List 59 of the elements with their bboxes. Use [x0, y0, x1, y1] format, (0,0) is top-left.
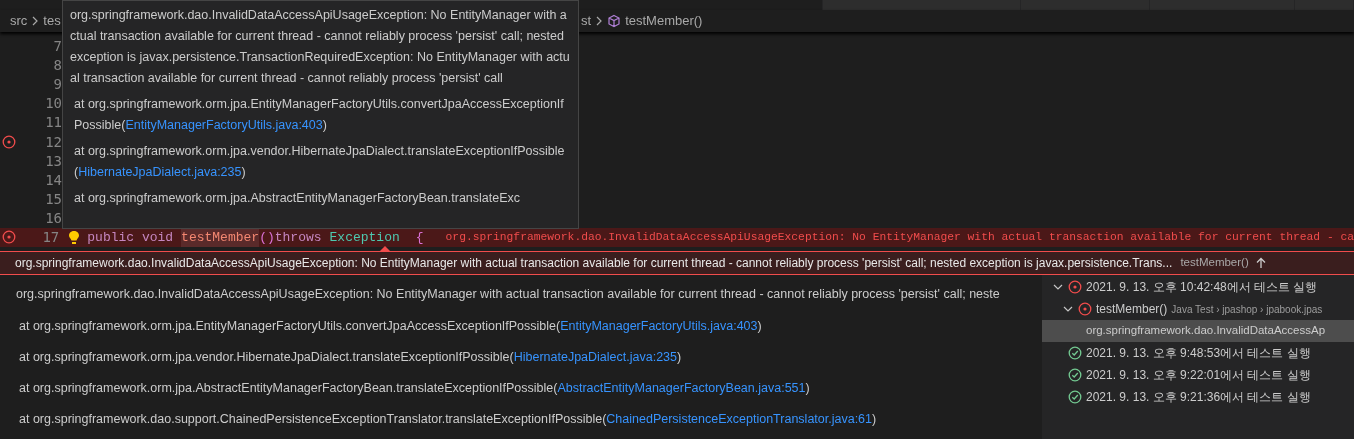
test-run-label: org.springframework.dao.InvalidDataAccessAp	[1086, 323, 1326, 339]
test-run-item[interactable]: 2021. 9. 13. 오후 9:21:36에서 테스트 실행	[1042, 386, 1354, 409]
source-link[interactable]: HibernateJpaDialect.java:235	[513, 350, 677, 365]
peek-test-name: testMember()	[1180, 255, 1249, 271]
test-run-label: testMember()	[1096, 301, 1168, 319]
source-link[interactable]: ChainedPersistenceExceptionTranslator.java:61	[606, 412, 872, 427]
code-token: throws	[274, 228, 322, 247]
source-link[interactable]: AbstractEntityManagerFactoryBean.java:551	[557, 381, 806, 396]
stack-frame: at org.springframework.orm.jpa.EntityManagerFactoryUtils.convertJpaAccessExceptionIfPossible(EntityManagerFactoryUtils.java:403)	[16, 316, 1042, 337]
test-run-label: 2021. 9. 13. 오후 9:48:53에서 테스트 실행	[1086, 345, 1311, 363]
code-token: public void	[87, 228, 174, 247]
stack-frame: at org.springframework.orm.jpa.vendor.HibernateJpaDialect.translateExceptionIfPossible(HibernateJpaDialect.java:235)	[70, 141, 571, 183]
arrow-up-icon[interactable]	[1254, 257, 1267, 270]
breadcrumb-item[interactable]: tes	[43, 11, 61, 31]
source-link[interactable]: HibernateJpaDialect.java:235	[78, 165, 242, 179]
stack-frame: at org.springframework.orm.jpa.AbstractEntityManagerFactoryBean.translateExc	[70, 188, 571, 209]
source-link[interactable]: EntityManagerFactoryUtils.java:403	[125, 118, 323, 132]
inline-error-message: org.springframework.dao.InvalidDataAccessApiUsageException: No EntityManager with actual transaction available for current thread - ca	[445, 230, 1354, 245]
line-number: 13	[44, 151, 62, 171]
code-token: {	[415, 228, 424, 247]
stack-frame: at org.springframework.orm.jpa.vendor.HibernateJpaDialect.translateExceptionIfPossible(HibernateJpaDialect.java:235)	[16, 347, 1042, 368]
code-token: ()	[259, 228, 275, 247]
line-number: 17	[41, 228, 60, 247]
test-run-item[interactable]: 2021. 9. 13. 오후 9:22:01에서 테스트 실행	[1042, 364, 1354, 387]
breadcrumb-item[interactable]: testMember()	[625, 11, 703, 31]
test-run-label: 2021. 9. 13. 오후 9:22:01에서 테스트 실행	[1086, 367, 1311, 385]
check-circle-icon	[1068, 390, 1082, 405]
test-run-item[interactable]: 2021. 9. 13. 오후 10:42:48에서 테스트 실행	[1042, 276, 1354, 299]
test-run-label: 2021. 9. 13. 오후 10:42:48에서 테스트 실행	[1086, 279, 1318, 297]
line-number: 12	[44, 132, 62, 152]
breadcrumb-item[interactable]: st	[581, 11, 592, 31]
line-number: 9	[52, 75, 62, 95]
check-circle-icon	[1068, 346, 1082, 361]
line-number: 10	[44, 94, 62, 114]
test-run-item[interactable]: 2021. 9. 13. 오후 9:48:53에서 테스트 실행	[1042, 342, 1354, 365]
line-number: 15	[44, 189, 62, 209]
code-token: testMember	[181, 227, 260, 248]
code-token: Exception	[329, 228, 400, 247]
peek-title: org.springframework.dao.InvalidDataAccessApiUsageException: No EntityManager with actual transaction available for current thread - cannot reliably process 'persist' call; nested exception is javax.persistence.Trans...	[15, 255, 1173, 273]
stack-frame: at org.springframework.orm.jpa.AbstractEntityManagerFactoryBean.translateExceptionIfPossible(AbstractEntityManagerFactoryBean.java:551)	[16, 378, 1042, 399]
source-link[interactable]: EntityManagerFactoryUtils.java:403	[560, 319, 758, 334]
cube-icon	[607, 14, 622, 28]
line-number: 7	[52, 37, 62, 57]
test-description: Java Test › jpashop › jpabook.jpas	[1171, 302, 1323, 317]
breadcrumb-item[interactable]: src	[10, 11, 28, 31]
line-number: 11	[44, 113, 62, 133]
line-number: 14	[44, 170, 62, 190]
line-number: 16	[44, 208, 62, 228]
check-circle-icon	[1068, 368, 1082, 383]
test-run-item[interactable]: org.springframework.dao.InvalidDataAccessAp	[1042, 320, 1354, 343]
error-circle-icon	[1068, 280, 1082, 295]
test-run-item[interactable]: testMember() Java Test › jpashop › jpabook.jpas	[1042, 298, 1354, 321]
test-run-label: 2021. 9. 13. 오후 9:21:36에서 테스트 실행	[1086, 389, 1311, 407]
stack-frame: at org.springframework.orm.jpa.EntityManagerFactoryUtils.convertJpaAccessExceptionIfPossible(EntityManagerFactoryUtils.java:403)	[70, 94, 571, 136]
error-message: org.springframework.dao.InvalidDataAccessApiUsageException: No EntityManager with actual transaction available for current thread - cannot reliably process 'persist' call; neste	[16, 286, 1001, 304]
error-circle-icon	[1078, 302, 1092, 317]
line-number: 8	[52, 56, 62, 76]
stack-frame: at org.springframework.dao.support.ChainedPersistenceExceptionTranslator.translateExceptionIfPossible(ChainedPersistenceExceptionTranslator.java:61)	[16, 409, 1042, 430]
lightbulb-icon[interactable]	[68, 230, 81, 245]
